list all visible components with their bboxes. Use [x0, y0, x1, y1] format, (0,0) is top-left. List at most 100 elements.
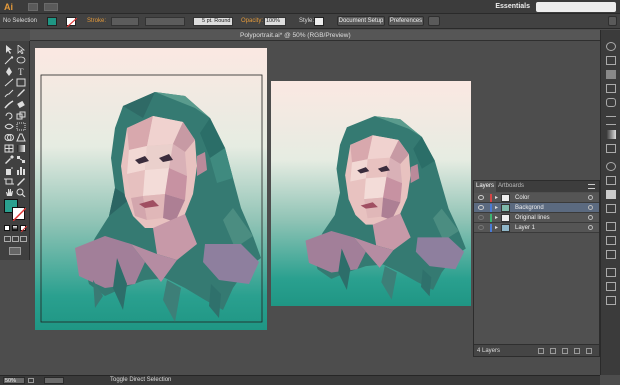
- magic-wand-tool-icon[interactable]: [4, 56, 14, 65]
- symbol-sprayer-tool-icon[interactable]: [4, 166, 14, 175]
- symbols-icon[interactable]: [606, 98, 616, 107]
- type-tool-icon[interactable]: T: [16, 67, 26, 76]
- layer-row[interactable]: ▸ Color: [474, 193, 599, 203]
- hand-tool-icon[interactable]: [4, 188, 14, 197]
- fill-swatch[interactable]: [47, 17, 57, 26]
- stroke-swatch[interactable]: [66, 17, 77, 27]
- layer-name[interactable]: Backgrond: [515, 204, 544, 212]
- paragraph-panel-icon[interactable]: [606, 282, 616, 291]
- artboards-panel-icon[interactable]: [606, 204, 616, 213]
- rectangle-tool-icon[interactable]: [16, 78, 26, 87]
- tab-artboards[interactable]: Artboards: [498, 181, 524, 192]
- draw-normal-icon[interactable]: [4, 236, 11, 242]
- expand-arrow-icon[interactable]: ▸: [495, 214, 498, 222]
- document-setup-button[interactable]: Document Setup: [337, 16, 385, 26]
- tab-layers[interactable]: Layers: [474, 181, 496, 192]
- new-sublayer-icon[interactable]: [562, 348, 568, 354]
- blend-tool-icon[interactable]: [16, 155, 26, 164]
- arrange-documents-icon[interactable]: [44, 3, 58, 11]
- perspective-grid-tool-icon[interactable]: [16, 133, 26, 142]
- expand-arrow-icon[interactable]: ▸: [495, 204, 498, 212]
- paintbrush-tool-icon[interactable]: [4, 89, 14, 98]
- stroke-color-swatch[interactable]: [12, 207, 26, 221]
- color-panel-icon[interactable]: [606, 42, 616, 51]
- screen-mode-icon[interactable]: [9, 247, 21, 255]
- layer-row[interactable]: ▸ Original lines: [474, 213, 599, 223]
- visibility-eye-icon[interactable]: [478, 225, 484, 230]
- blob-brush-tool-icon[interactable]: [4, 100, 14, 109]
- bridge-icon[interactable]: [28, 3, 38, 11]
- arrange-icon[interactable]: [428, 16, 440, 26]
- layer-row[interactable]: ▸ Backgrond: [474, 203, 599, 213]
- panel-menu-icon[interactable]: [608, 16, 617, 26]
- panel-menu-icon[interactable]: [588, 184, 595, 189]
- target-circle-icon[interactable]: [588, 215, 593, 220]
- opentype-panel-icon[interactable]: [606, 296, 616, 305]
- zoom-dropdown-icon[interactable]: [28, 378, 34, 383]
- target-circle-icon[interactable]: [588, 205, 593, 210]
- layer-row[interactable]: ▸ Layer 1: [474, 223, 599, 233]
- gradient-panel-icon[interactable]: [606, 130, 616, 139]
- stroke-label[interactable]: Stroke:: [87, 18, 106, 25]
- mesh-tool-icon[interactable]: [4, 144, 14, 153]
- style-swatch[interactable]: [314, 17, 324, 26]
- gradient-tool-icon[interactable]: [16, 144, 26, 153]
- transform-icon[interactable]: [606, 250, 616, 259]
- free-transform-tool-icon[interactable]: [16, 122, 26, 131]
- brushes-icon[interactable]: [606, 84, 616, 93]
- expand-arrow-icon[interactable]: ▸: [495, 224, 498, 232]
- zoom-tool-icon[interactable]: [16, 188, 26, 197]
- search-input[interactable]: [536, 2, 616, 12]
- pencil-tool-icon[interactable]: [16, 89, 26, 98]
- target-circle-icon[interactable]: [588, 225, 593, 230]
- draw-behind-icon[interactable]: [12, 236, 19, 242]
- draw-inside-icon[interactable]: [20, 236, 27, 242]
- width-tool-icon[interactable]: [4, 122, 14, 131]
- scale-tool-icon[interactable]: [16, 111, 26, 120]
- eraser-tool-icon[interactable]: [16, 100, 26, 109]
- visibility-eye-icon[interactable]: [478, 195, 484, 200]
- make-clipping-mask-icon[interactable]: [550, 348, 556, 354]
- color-guide-icon[interactable]: [606, 56, 616, 65]
- status-text[interactable]: Toggle Direct Selection: [110, 377, 171, 384]
- stroke-panel-icon[interactable]: [606, 116, 616, 125]
- pen-tool-icon[interactable]: [4, 67, 14, 76]
- artboard-tool-icon[interactable]: [4, 177, 14, 186]
- opacity-label[interactable]: Opacity:: [241, 18, 263, 25]
- workspace-switcher[interactable]: Essentials: [495, 2, 530, 12]
- gradient-mode-icon[interactable]: [12, 225, 18, 231]
- locate-object-icon[interactable]: [538, 348, 544, 354]
- line-tool-icon[interactable]: [4, 78, 14, 87]
- preferences-button[interactable]: Preferences: [388, 16, 424, 26]
- target-circle-icon[interactable]: [588, 195, 593, 200]
- color-mode-icon[interactable]: [4, 225, 10, 231]
- visibility-eye-icon[interactable]: [478, 205, 484, 210]
- pathfinder-icon[interactable]: [606, 236, 616, 245]
- zoom-level-field[interactable]: 50%: [3, 377, 25, 384]
- character-panel-icon[interactable]: [606, 268, 616, 277]
- new-layer-icon[interactable]: [574, 348, 580, 354]
- stroke-weight-field[interactable]: [111, 17, 139, 26]
- layer-name[interactable]: Original lines: [515, 214, 550, 222]
- artboard-1[interactable]: [35, 48, 267, 330]
- shape-builder-tool-icon[interactable]: [4, 133, 14, 142]
- artboard-2[interactable]: [271, 81, 471, 306]
- delete-layer-icon[interactable]: [586, 348, 592, 354]
- eyedropper-tool-icon[interactable]: [4, 155, 14, 164]
- column-graph-tool-icon[interactable]: [16, 166, 26, 175]
- document-tab[interactable]: Polyportrait.ai* @ 50% (RGB/Preview): [240, 30, 351, 41]
- variable-width-field[interactable]: [145, 17, 185, 26]
- layer-name[interactable]: Color: [515, 194, 529, 202]
- layer-name[interactable]: Layer 1: [515, 224, 535, 232]
- visibility-eye-icon[interactable]: [478, 215, 484, 220]
- opacity-field[interactable]: 100%: [264, 17, 286, 26]
- artboard-navigation-field[interactable]: [44, 377, 64, 384]
- align-panel-icon[interactable]: [606, 222, 616, 231]
- slice-tool-icon[interactable]: [16, 177, 26, 186]
- graphic-styles-icon[interactable]: [606, 176, 616, 185]
- rotate-tool-icon[interactable]: [4, 111, 14, 120]
- direct-selection-tool-icon[interactable]: [16, 45, 26, 54]
- swatches-icon[interactable]: [606, 70, 616, 79]
- selection-tool-icon[interactable]: [4, 45, 14, 54]
- none-mode-icon[interactable]: [20, 225, 27, 232]
